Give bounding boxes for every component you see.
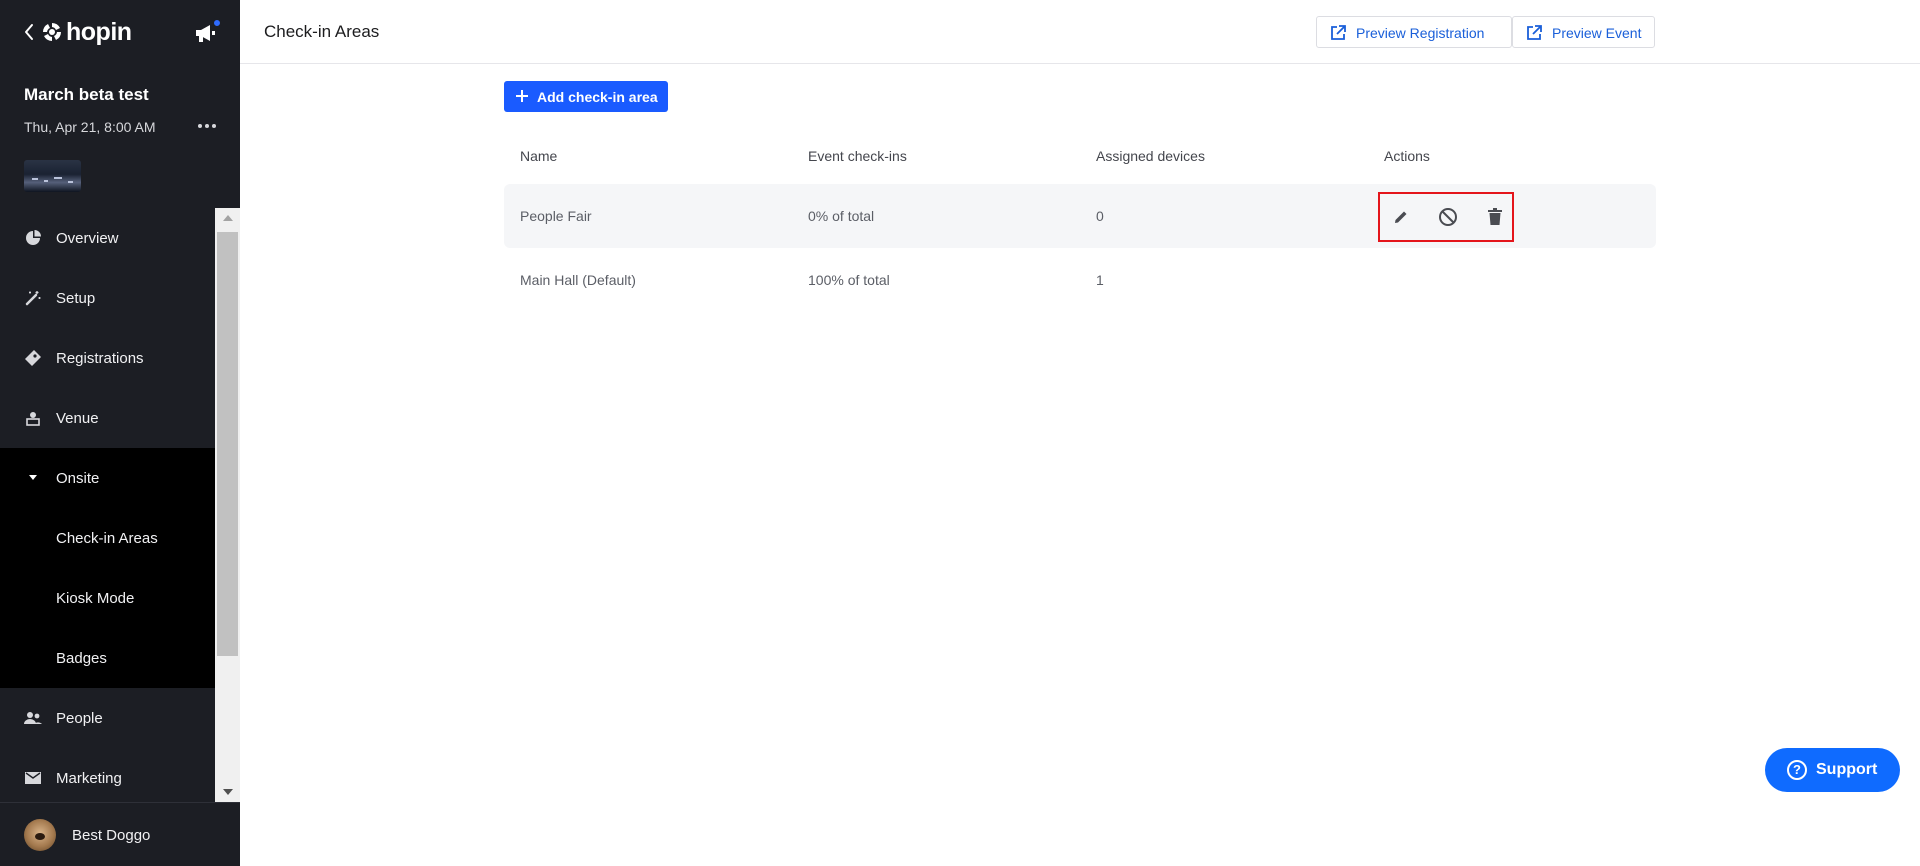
sidebar-item-label: Registrations <box>56 349 144 367</box>
plus-icon <box>516 90 528 102</box>
external-link-icon <box>1527 25 1542 40</box>
column-header-name: Name <box>520 148 558 164</box>
sidebar-item-label: Overview <box>56 229 119 247</box>
preview-event-button[interactable]: Preview Event <box>1512 16 1655 48</box>
cell-name: People Fair <box>520 208 592 224</box>
sidebar-nav: Overview Setup Registrations Venue Onsit… <box>0 208 215 802</box>
sidebar-item-badges[interactable]: Badges <box>0 628 215 688</box>
sidebar-item-label: People <box>56 709 103 727</box>
mail-icon <box>24 769 42 787</box>
page-title: Check-in Areas <box>264 22 380 41</box>
sidebar-item-label: Kiosk Mode <box>56 589 135 607</box>
block-icon <box>1439 208 1457 226</box>
cell-check-ins: 0% of total <box>808 208 875 224</box>
event-date: Thu, Apr 21, 8:00 AM <box>24 119 156 135</box>
sidebar-item-label: Venue <box>56 409 99 427</box>
notification-dot <box>212 18 222 28</box>
hopin-logo[interactable]: hopin <box>42 16 132 48</box>
cell-name: Main Hall (Default) <box>520 272 636 288</box>
table-row: Main Hall (Default) 100% of total 1 <box>504 248 1656 312</box>
avatar <box>24 819 56 851</box>
sidebar-item-label: Onsite <box>56 469 100 487</box>
preview-event-label: Preview Event <box>1552 25 1642 41</box>
scroll-down-arrow-icon[interactable] <box>223 789 233 795</box>
trash-icon <box>1488 208 1502 225</box>
sidebar-item-label: Badges <box>56 649 107 667</box>
preview-registration-label: Preview Registration <box>1356 25 1485 41</box>
preview-registration-button[interactable]: Preview Registration <box>1316 16 1512 48</box>
support-button[interactable]: ? Support <box>1765 748 1900 792</box>
sidebar-item-onsite[interactable]: Onsite <box>0 448 215 508</box>
help-icon: ? <box>1787 760 1807 780</box>
sidebar-item-marketing[interactable]: Marketing <box>0 748 215 802</box>
scrollbar-thumb[interactable] <box>217 232 238 656</box>
column-header-actions: Actions <box>1384 148 1430 164</box>
announcements-button[interactable] <box>192 18 222 46</box>
cell-devices: 0 <box>1096 208 1104 224</box>
pencil-icon <box>1395 211 1407 223</box>
user-name: Best Doggo <box>72 827 151 844</box>
logo-text: hopin <box>66 17 132 46</box>
sidebar-item-kiosk-mode[interactable]: Kiosk Mode <box>0 568 215 628</box>
add-check-in-area-label: Add check-in area <box>537 89 658 105</box>
sidebar-item-label: Check-in Areas <box>56 529 158 547</box>
event-thumbnail <box>24 160 81 192</box>
caret-down-icon <box>24 469 42 487</box>
cell-devices: 1 <box>1096 272 1104 288</box>
top-bar <box>240 0 1920 64</box>
sidebar-item-overview[interactable]: Overview <box>0 208 215 268</box>
support-label: Support <box>1816 761 1878 778</box>
cell-check-ins: 100% of total <box>808 272 890 288</box>
back-chevron-icon[interactable] <box>22 22 36 42</box>
external-link-icon <box>1331 25 1346 40</box>
edit-button[interactable] <box>1388 204 1414 230</box>
venue-icon <box>24 409 42 427</box>
hopin-logo-icon <box>43 23 61 41</box>
user-profile[interactable]: Best Doggo <box>0 802 240 866</box>
column-header-event-check-ins: Event check-ins <box>808 148 907 164</box>
sidebar-item-venue[interactable]: Venue <box>0 388 215 448</box>
sidebar-item-registrations[interactable]: Registrations <box>0 328 215 388</box>
sidebar-item-check-in-areas[interactable]: Check-in Areas <box>0 508 215 568</box>
people-icon <box>24 709 42 727</box>
sidebar: hopin March beta test Thu, Apr 21, 8:00 … <box>0 0 240 866</box>
ticket-icon <box>24 349 42 367</box>
sidebar-item-people[interactable]: People <box>0 688 215 748</box>
sidebar-item-setup[interactable]: Setup <box>0 268 215 328</box>
delete-button[interactable] <box>1482 204 1508 230</box>
pie-chart-icon <box>24 229 42 247</box>
add-check-in-area-button[interactable]: Add check-in area <box>504 81 668 112</box>
brand-row: hopin <box>0 0 240 64</box>
scroll-up-arrow-icon[interactable] <box>223 215 233 221</box>
sidebar-item-label: Setup <box>56 289 96 307</box>
more-options-icon[interactable] <box>198 118 218 134</box>
event-name: March beta test <box>24 85 149 104</box>
magic-wand-icon <box>24 289 42 307</box>
column-header-assigned-devices: Assigned devices <box>1096 148 1205 164</box>
disable-button[interactable] <box>1435 204 1461 230</box>
sidebar-scrollbar[interactable] <box>215 208 240 802</box>
sidebar-item-label: Marketing <box>56 769 122 787</box>
